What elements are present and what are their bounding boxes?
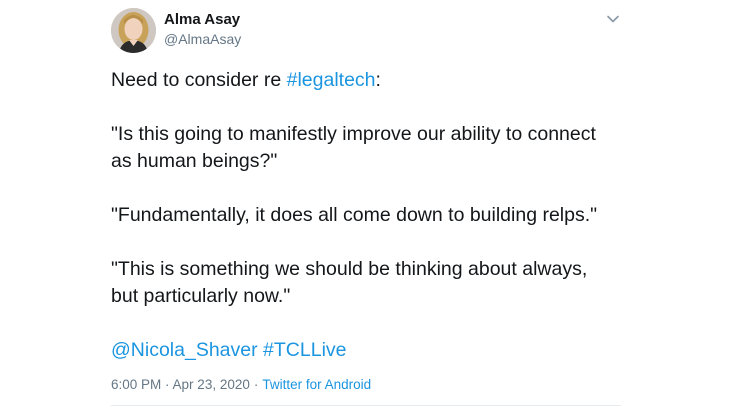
display-name[interactable]: Alma Asay [164, 11, 240, 29]
divider [111, 405, 621, 406]
tweet-time[interactable]: 6:00 PM [111, 377, 161, 392]
quote3-line1: "This is something we should be thinking… [111, 258, 588, 280]
tweet-source-link[interactable]: Twitter for Android [262, 377, 371, 392]
hashtag-legaltech-link[interactable]: #legaltech [287, 69, 376, 91]
tweet-line-intro: Need to consider re #legaltech: [111, 67, 651, 94]
tweet-metadata: 6:00 PM · Apr 23, 2020 · Twitter for Andro… [111, 377, 371, 393]
tweet-date[interactable]: Apr 23, 2020 [173, 377, 250, 392]
profile-photo-icon [111, 8, 156, 53]
avatar[interactable] [111, 8, 156, 53]
tweet-card: Alma Asay @AlmaAsay Need to consider re … [0, 0, 732, 413]
quote3-line2: but particularly now." [111, 285, 291, 307]
source-separator: · [253, 377, 259, 392]
quote2: "Fundamentally, it does all come down to… [111, 204, 598, 226]
chevron-down-icon[interactable] [604, 10, 622, 28]
quote1-line2: as human beings?" [111, 150, 278, 172]
user-handle[interactable]: @AlmaAsay [164, 31, 241, 48]
hashtag-tcllive-link[interactable]: #TCLLive [263, 339, 346, 361]
intro-text: Need to consider re [111, 69, 287, 91]
quote1-line1: "Is this going to manifestly improve our… [111, 123, 596, 145]
mention-link[interactable]: @Nicola_Shaver [111, 339, 258, 361]
tweet-tags-line: @Nicola_Shaver #TCLLive [111, 337, 651, 364]
intro-colon: : [375, 69, 381, 91]
date-separator: · [161, 377, 173, 392]
